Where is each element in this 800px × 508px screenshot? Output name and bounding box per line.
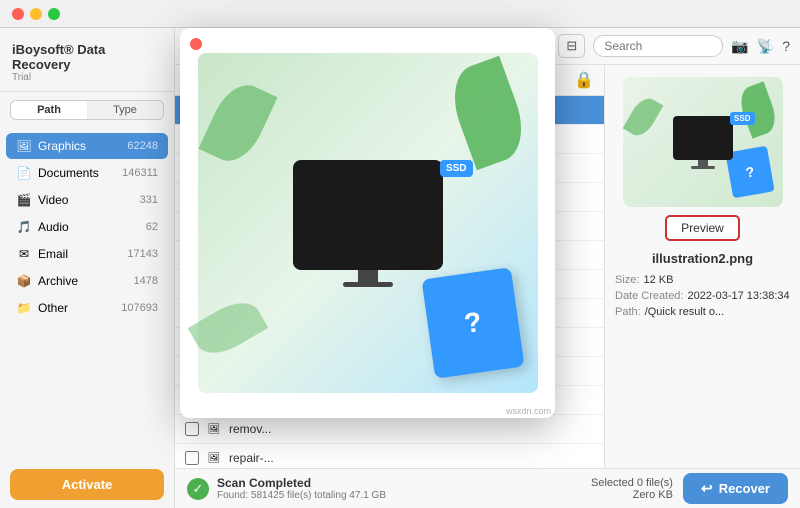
sidebar-item-graphics[interactable]: 🖼 Graphics 62248	[6, 133, 168, 159]
scan-info: Scan Completed Found: 581425 file(s) tot…	[217, 476, 591, 501]
traffic-lights	[12, 8, 60, 20]
selected-count: Selected 0 file(s)	[591, 477, 673, 489]
leaf-decoration-1	[735, 81, 780, 138]
imac-stand	[698, 160, 708, 166]
sidebar-item-count: 62	[146, 221, 158, 233]
recover-arrow-icon: ↩	[701, 480, 713, 497]
size-value: 12 KB	[643, 274, 673, 286]
file-type-icon: 🖼	[205, 420, 223, 438]
tab-path[interactable]: Path	[11, 101, 87, 119]
sidebar-item-documents[interactable]: 📄 Documents 146311	[6, 160, 168, 186]
other-icon: 📁	[16, 300, 32, 316]
large-leaf-1	[442, 56, 533, 170]
search-input[interactable]	[593, 35, 723, 57]
overlay-image: SSD ?	[198, 53, 538, 393]
selected-size: Zero KB	[591, 489, 673, 501]
sidebar-item-other[interactable]: 📁 Other 107693	[6, 295, 168, 321]
large-imac-screen: SSD	[293, 160, 443, 270]
sidebar-item-label: Video	[38, 193, 140, 207]
file-date-row: Date Created: 2022-03-17 13:38:34	[615, 290, 790, 302]
large-leaf-3	[187, 293, 268, 363]
sidebar-item-email[interactable]: ✉ Email 17143	[6, 241, 168, 267]
sidebar-items: 🖼 Graphics 62248 📄 Documents 146311 🎬 Vi…	[0, 128, 174, 461]
sidebar: iBoysoft® Data Recovery Trial Path Type …	[0, 28, 175, 508]
imac-base	[691, 166, 715, 169]
camera-button[interactable]: 📷	[731, 38, 748, 55]
date-value: 2022-03-17 13:38:34	[687, 290, 789, 302]
sidebar-item-label: Archive	[38, 274, 134, 288]
audio-icon: 🎵	[16, 219, 32, 235]
sidebar-item-label: Audio	[38, 220, 146, 234]
help-button[interactable]: ?	[782, 38, 790, 54]
scan-detail: Found: 581425 file(s) totaling 47.1 GB	[217, 490, 591, 501]
preview-thumbnail: SSD ?	[623, 77, 783, 207]
size-label: Size:	[615, 274, 639, 286]
sidebar-tabs: Path Type	[10, 100, 164, 120]
sidebar-item-count: 331	[140, 194, 158, 206]
file-info-name: illustration2.png	[652, 251, 753, 266]
title-bar	[0, 0, 800, 28]
sidebar-item-archive[interactable]: 📦 Archive 1478	[6, 268, 168, 294]
large-imac-stand	[358, 270, 378, 282]
file-name: repair-...	[229, 451, 364, 465]
activate-button[interactable]: Activate	[10, 469, 164, 500]
sidebar-header: iBoysoft® Data Recovery Trial	[0, 28, 174, 92]
graphics-icon: 🖼	[16, 138, 32, 154]
documents-icon: 📄	[16, 165, 32, 181]
close-button[interactable]	[12, 8, 24, 20]
large-leaf-2	[198, 76, 277, 170]
file-checkbox[interactable]	[185, 451, 199, 465]
image-preview-overlay: SSD ? wsxdn.com	[180, 28, 555, 418]
sidebar-item-count: 17143	[127, 248, 158, 260]
path-value: /Quick result o...	[645, 306, 724, 318]
sidebar-item-count: 146311	[122, 167, 158, 179]
overlay-close-button[interactable]	[190, 38, 202, 50]
minimize-button[interactable]	[30, 8, 42, 20]
scan-complete-icon: ✓	[187, 478, 209, 500]
filter-button[interactable]: ⊟	[558, 34, 585, 58]
maximize-button[interactable]	[48, 8, 60, 20]
right-panel: SSD ? Preview illustration2.png Size: 12…	[605, 65, 800, 468]
file-path-row: Path: /Quick result o...	[615, 306, 790, 318]
selected-info: Selected 0 file(s) Zero KB	[591, 477, 673, 501]
sidebar-item-audio[interactable]: 🎵 Audio 62	[6, 214, 168, 240]
sidebar-item-count: 62248	[127, 140, 158, 152]
recover-label: Recover	[719, 481, 770, 496]
imac-illustration: SSD	[673, 116, 733, 169]
table-row[interactable]: 🖼 repair-...	[175, 444, 604, 468]
header-action: 🔒	[574, 70, 594, 90]
file-type-icon: 🖼	[205, 449, 223, 467]
large-imac-illustration: SSD	[293, 160, 443, 287]
date-label: Date Created:	[615, 290, 683, 302]
large-imac-base	[343, 282, 393, 287]
sidebar-item-count: 107693	[121, 302, 158, 314]
preview-button[interactable]: Preview	[665, 215, 740, 241]
large-ssd-badge: SSD	[440, 160, 473, 177]
tab-type[interactable]: Type	[87, 101, 163, 119]
file-name: remov...	[229, 422, 364, 436]
archive-icon: 📦	[16, 273, 32, 289]
recover-button[interactable]: ↩ Recover	[683, 473, 788, 504]
scan-title: Scan Completed	[217, 476, 591, 490]
sidebar-item-video[interactable]: 🎬 Video 331	[6, 187, 168, 213]
sidebar-item-count: 1478	[134, 275, 158, 287]
file-checkbox[interactable]	[185, 422, 199, 436]
app-subtitle: Trial	[12, 72, 162, 83]
app-title: iBoysoft® Data Recovery	[12, 42, 162, 72]
imac-screen: SSD	[673, 116, 733, 160]
sidebar-item-label: Graphics	[38, 139, 127, 153]
sidebar-item-label: Other	[38, 301, 121, 315]
sidebar-item-label: Email	[38, 247, 127, 261]
ssd-badge: SSD	[730, 112, 754, 125]
bottom-bar: ✓ Scan Completed Found: 581425 file(s) t…	[175, 468, 800, 508]
video-icon: 🎬	[16, 192, 32, 208]
table-row[interactable]: 🖼 remov...	[175, 415, 604, 444]
leaf-decoration-2	[623, 94, 663, 141]
watermark: wsxdn.com	[506, 406, 551, 416]
email-icon: ✉	[16, 246, 32, 262]
wifi-button[interactable]: 📡	[757, 38, 774, 55]
path-label: Path:	[615, 306, 641, 318]
sidebar-item-label: Documents	[38, 166, 122, 180]
file-size-row: Size: 12 KB	[615, 274, 790, 286]
